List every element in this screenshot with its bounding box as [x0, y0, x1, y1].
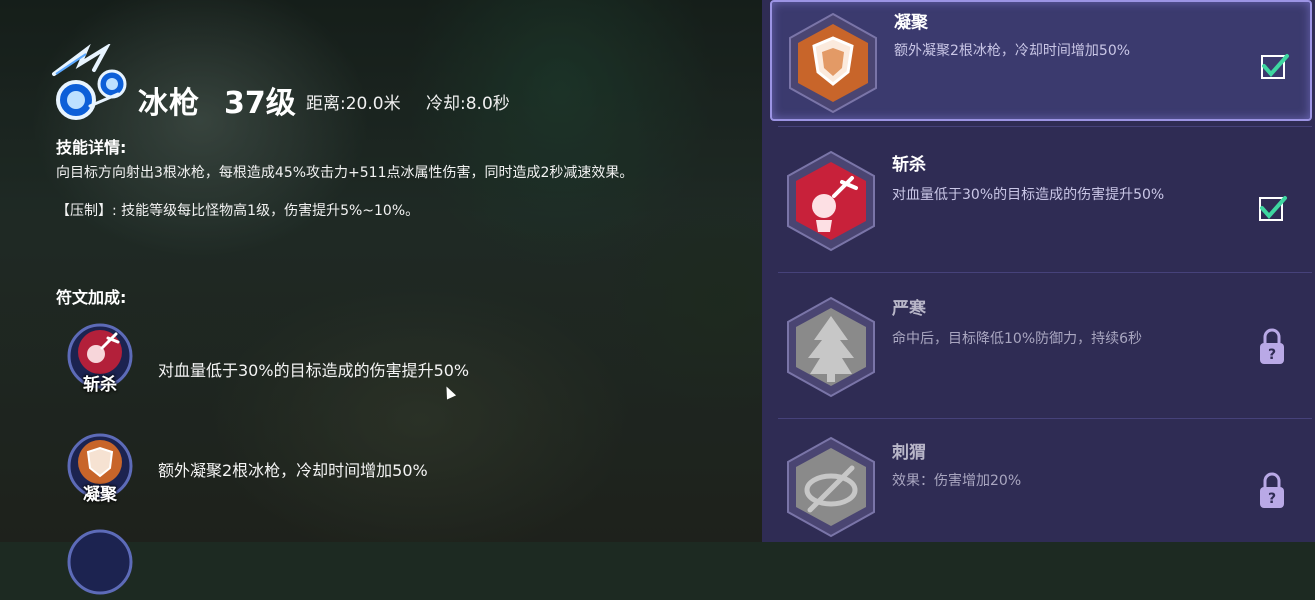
- lock-icon: ?: [1260, 472, 1284, 508]
- rune-card-slash[interactable]: 斩杀 对血量低于30%的目标造成的伤害提升50%: [770, 136, 1312, 266]
- hedgehog-icon: [787, 436, 875, 538]
- frost-tree-icon: [787, 296, 875, 398]
- shield-rune-icon: [789, 12, 877, 114]
- rune-desc: 额外凝聚2根冰枪，冷却时间增加50%: [894, 43, 1131, 59]
- svg-text:?: ?: [1268, 347, 1276, 363]
- skill-range: 距离:20.0米: [306, 94, 401, 114]
- divider: [778, 126, 1312, 127]
- skill-cooldown: 冷却:8.0秒: [426, 94, 510, 114]
- skill-detail-text: 向目标方向射出3根冰枪，每根造成45%攻击力+511点冰属性伤害，同时造成2秒减…: [56, 165, 634, 181]
- rune-card-hedgehog[interactable]: 刺猬 效果：伤害增加20% ?: [770, 428, 1312, 558]
- rune-title: 严寒: [892, 299, 926, 319]
- equipped-rune-label: 斩杀: [83, 375, 117, 395]
- rune-card-shield[interactable]: 凝聚 额外凝聚2根冰枪，冷却时间增加50%: [770, 0, 1312, 121]
- rune-title: 斩杀: [892, 155, 926, 175]
- equipped-rune-slash[interactable]: 斩杀: [62, 318, 138, 395]
- lock-icon: ?: [1260, 328, 1284, 364]
- skill-name: 冰枪: [138, 86, 200, 121]
- svg-text:?: ?: [1268, 491, 1276, 507]
- equipped-rune-shield[interactable]: 凝聚: [62, 428, 138, 505]
- rune-desc: 对血量低于30%的目标造成的伤害提升50%: [892, 187, 1165, 203]
- skill-suppress-text: 【压制】: 技能等级每比怪物高1级，伤害提升5%~10%。: [56, 203, 420, 219]
- ice-spear-icon: [46, 42, 130, 124]
- equipped-rune-desc: 额外凝聚2根冰枪，冷却时间增加50%: [158, 461, 428, 480]
- check-icon: [1261, 54, 1289, 79]
- rune-title: 凝聚: [894, 13, 928, 33]
- divider: [778, 272, 1312, 273]
- skill-level: 37级: [224, 86, 296, 121]
- rune-card-frost[interactable]: 严寒 命中后，目标降低10%防御力，持续6秒 ?: [770, 282, 1312, 412]
- equipped-rune-desc: 对血量低于30%的目标造成的伤害提升50%: [158, 361, 470, 380]
- check-icon: [1259, 196, 1287, 221]
- rune-title: 刺猬: [892, 443, 926, 463]
- skill-detail-heading: 技能详情:: [56, 138, 127, 157]
- equipped-rune-slot[interactable]: [62, 524, 138, 600]
- rune-desc: 命中后，目标降低10%防御力，持续6秒: [892, 331, 1143, 347]
- slash-rune-icon: [787, 150, 875, 252]
- divider: [778, 418, 1312, 419]
- rune-list-panel: 凝聚 额外凝聚2根冰枪，冷却时间增加50% 斩杀 对血量低于30%的目标造成的伤…: [762, 0, 1315, 542]
- rune-bonus-heading: 符文加成:: [56, 288, 127, 307]
- rune-desc: 效果：伤害增加20%: [892, 473, 1022, 489]
- equipped-rune-label: 凝聚: [83, 485, 117, 505]
